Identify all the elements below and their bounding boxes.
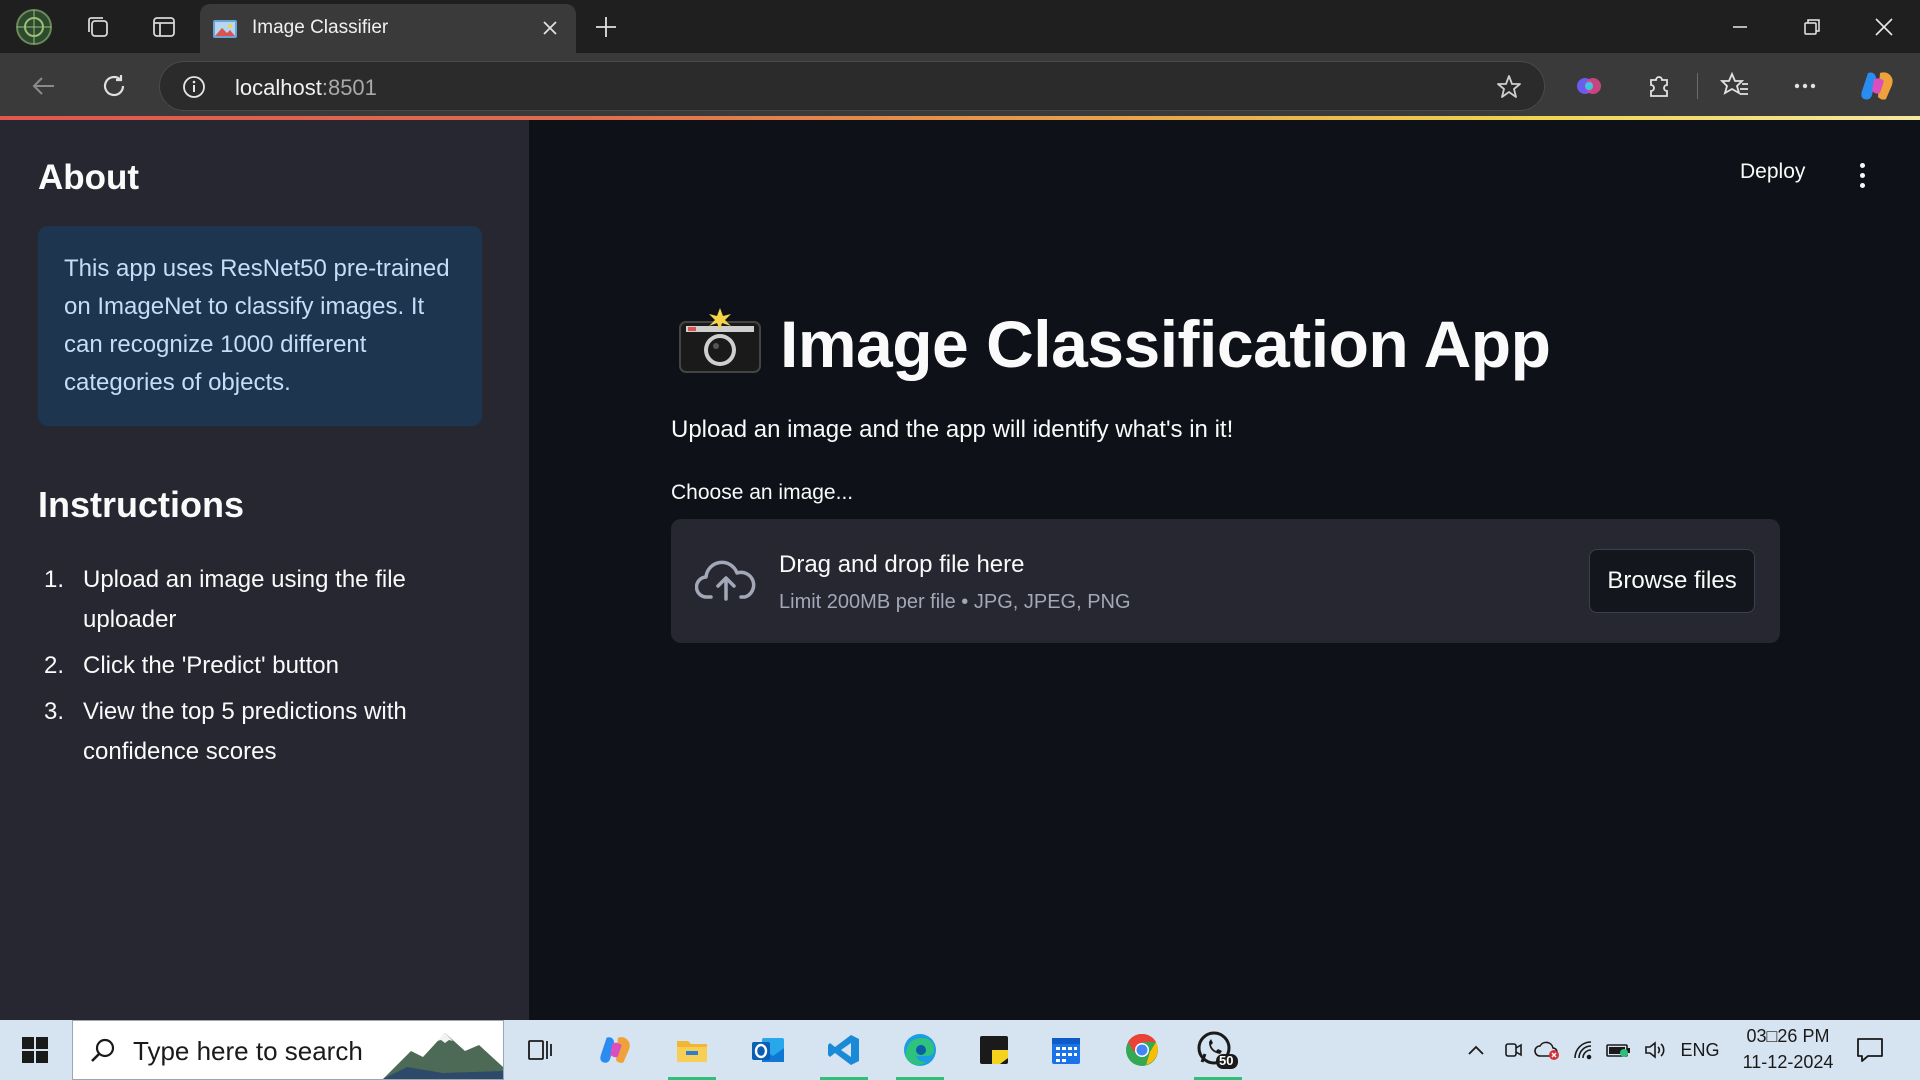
tab-actions-icon[interactable]: [138, 8, 190, 46]
minimize-icon[interactable]: [1704, 0, 1776, 53]
task-view-icon[interactable]: [508, 1020, 572, 1080]
kebab-menu-icon[interactable]: [1850, 158, 1874, 192]
taskbar-search-box[interactable]: Type here to search: [72, 1020, 504, 1080]
about-heading: About: [38, 158, 140, 197]
camera-flash-icon: [679, 308, 761, 373]
active-tab[interactable]: Image Classifier: [200, 4, 576, 53]
favorite-star-icon[interactable]: [1496, 74, 1522, 100]
meet-now-icon[interactable]: [1500, 1038, 1526, 1062]
restore-icon[interactable]: [1776, 0, 1848, 53]
copilot-extension-icon[interactable]: [1566, 63, 1612, 109]
image-favicon-icon: [213, 20, 237, 38]
dropzone-title: Drag and drop file here: [779, 551, 1025, 578]
dropzone-limit: Limit 200MB per file • JPG, JPEG, PNG: [779, 591, 1131, 613]
collections-icon[interactable]: [72, 8, 124, 46]
list-item: 2. Click the 'Predict' button: [44, 652, 339, 679]
volume-icon[interactable]: [1642, 1038, 1670, 1062]
language-indicator[interactable]: ENG: [1678, 1038, 1722, 1062]
address-bar[interactable]: localhost:8501: [159, 61, 1545, 111]
windows-start-icon[interactable]: [0, 1020, 70, 1080]
refresh-icon[interactable]: [90, 63, 138, 109]
whatsapp-icon[interactable]: 50: [1186, 1020, 1250, 1080]
profile-icon[interactable]: [8, 8, 60, 46]
deploy-button[interactable]: Deploy: [1740, 160, 1805, 184]
browser-toolbar: localhost:8501: [0, 53, 1920, 119]
browse-files-button[interactable]: Browse files: [1589, 549, 1755, 613]
favorites-icon[interactable]: [1712, 63, 1758, 109]
list-item: 3. View the top 5 predictions with confid…: [44, 698, 407, 765]
toolbar-divider: [1697, 73, 1698, 99]
url-text: localhost:8501: [235, 75, 377, 100]
close-tab-icon[interactable]: [538, 16, 562, 40]
copilot-app-icon[interactable]: [584, 1020, 648, 1080]
about-info-box: This app uses ResNet50 pre-trained on Im…: [38, 226, 482, 426]
page-title: Image Classification App: [780, 307, 1551, 381]
whatsapp-badge: 50: [1219, 1053, 1234, 1068]
wifi-icon[interactable]: [1570, 1038, 1598, 1062]
extensions-icon[interactable]: [1636, 63, 1682, 109]
copilot-icon[interactable]: [1855, 63, 1901, 109]
file-dropzone[interactable]: Drag and drop file here Limit 200MB per …: [671, 519, 1780, 643]
instructions-list: 1. Upload an image using the file uploade…: [38, 560, 498, 778]
chevron-up-icon[interactable]: [1464, 1038, 1488, 1062]
clock-date[interactable]: 11-12-2024: [1728, 1052, 1848, 1073]
page-subtitle: Upload an image and the app will identif…: [671, 416, 1234, 443]
uploader-label: Choose an image...: [671, 481, 854, 504]
new-tab-icon[interactable]: [580, 8, 632, 46]
cloud-upload-icon: [695, 560, 756, 601]
notification-center-icon[interactable]: [1854, 1034, 1886, 1066]
browser-tab-bar: Image Classifier: [0, 0, 1920, 53]
search-icon: [91, 1038, 115, 1062]
list-item: 1. Upload an image using the file uploade…: [44, 566, 406, 633]
file-explorer-icon[interactable]: [660, 1020, 724, 1080]
onedrive-error-icon[interactable]: [1532, 1038, 1562, 1062]
battery-icon[interactable]: [1604, 1038, 1634, 1062]
info-icon[interactable]: [182, 75, 206, 99]
close-window-icon[interactable]: [1848, 0, 1920, 53]
more-icon[interactable]: [1782, 63, 1828, 109]
sticky-notes-icon[interactable]: [962, 1020, 1026, 1080]
search-placeholder: Type here to search: [133, 1036, 363, 1066]
outlook-icon[interactable]: [736, 1020, 800, 1080]
windows-taskbar: Type here to search 50 ENG 03□26 PM 11-1…: [0, 1020, 1920, 1080]
clock-time[interactable]: 03□26 PM: [1728, 1026, 1848, 1047]
vscode-icon[interactable]: [812, 1020, 876, 1080]
edge-icon[interactable]: [888, 1020, 952, 1080]
mountain-search-highlight-icon: [383, 1021, 503, 1079]
calendar-icon[interactable]: [1034, 1020, 1098, 1080]
back-icon[interactable]: [20, 63, 68, 109]
instructions-heading: Instructions: [38, 484, 245, 525]
about-text: This app uses ResNet50 pre-trained on Im…: [64, 255, 450, 396]
chrome-icon[interactable]: [1110, 1020, 1174, 1080]
tab-title: Image Classifier: [252, 17, 389, 38]
